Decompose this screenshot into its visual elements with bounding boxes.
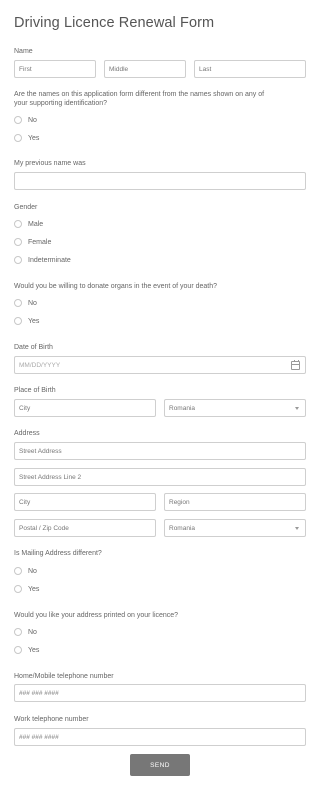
address-printed-yes-option[interactable]: Yes: [14, 645, 39, 655]
birth-country-value: Romania: [169, 404, 196, 412]
names-different-yes-option[interactable]: Yes: [14, 133, 39, 143]
last-name-input[interactable]: Last: [194, 60, 306, 78]
names-different-question: Are the names on this application form d…: [14, 90, 306, 108]
radio-button[interactable]: [14, 567, 22, 575]
radio-button[interactable]: [14, 646, 22, 654]
street-address-input[interactable]: Street Address: [14, 442, 306, 460]
middle-name-placeholder: Middle: [109, 65, 129, 73]
radio-button[interactable]: [14, 134, 22, 142]
work-phone-input[interactable]: ### ### ####: [14, 728, 306, 746]
radio-button[interactable]: [14, 256, 22, 264]
home-phone-label: Home/Mobile telephone number: [14, 673, 114, 680]
address-printed-question: Would you like your address printed on y…: [14, 612, 179, 619]
radio-label: Indeterminate: [28, 256, 71, 264]
street-address-placeholder: Street Address: [19, 447, 62, 455]
radio-button[interactable]: [14, 317, 22, 325]
name-label: Name: [14, 48, 33, 55]
street-address-line2-input[interactable]: Street Address Line 2: [14, 468, 306, 486]
work-phone-placeholder: ### ### ####: [19, 733, 59, 741]
street-address-line2-placeholder: Street Address Line 2: [19, 473, 82, 481]
address-country-select[interactable]: Romania: [164, 519, 306, 537]
radio-label: No: [28, 116, 37, 124]
first-name-placeholder: First: [19, 65, 32, 73]
address-country-value: Romania: [169, 524, 196, 532]
radio-label: No: [28, 628, 37, 636]
last-name-placeholder: Last: [199, 65, 212, 73]
birth-country-select[interactable]: Romania: [164, 399, 306, 417]
names-different-question-line2: your supporting identification?: [14, 100, 108, 107]
names-different-question-line1: Are the names on this application form d…: [14, 91, 265, 98]
dob-input[interactable]: MM/DD/YYYY: [14, 356, 306, 374]
first-name-input[interactable]: First: [14, 60, 96, 78]
birth-city-placeholder: City: [19, 404, 31, 412]
address-region-placeholder: Region: [169, 498, 190, 506]
dob-label: Date of Birth: [14, 344, 53, 351]
gender-indeterminate-option[interactable]: Indeterminate: [14, 255, 71, 265]
previous-name-input[interactable]: [14, 172, 306, 190]
chevron-down-icon: [295, 407, 299, 410]
gender-male-option[interactable]: Male: [14, 219, 43, 229]
work-phone-label: Work telephone number: [14, 716, 89, 723]
names-different-no-option[interactable]: No: [14, 115, 37, 125]
previous-name-label: My previous name was: [14, 160, 86, 167]
radio-label: Yes: [28, 134, 40, 142]
radio-button[interactable]: [14, 116, 22, 124]
place-of-birth-label: Place of Birth: [14, 387, 56, 394]
postal-code-input[interactable]: Postal / Zip Code: [14, 519, 156, 537]
form-title: Driving Licence Renewal Form: [14, 15, 215, 31]
middle-name-input[interactable]: Middle: [104, 60, 186, 78]
chevron-down-icon: [295, 527, 299, 530]
radio-button[interactable]: [14, 585, 22, 593]
radio-label: Male: [28, 220, 44, 228]
radio-button[interactable]: [14, 299, 22, 307]
postal-code-placeholder: Postal / Zip Code: [19, 524, 69, 532]
gender-label: Gender: [14, 204, 38, 211]
address-city-placeholder: City: [19, 498, 31, 506]
radio-label: No: [28, 567, 37, 575]
home-phone-input[interactable]: ### ### ####: [14, 684, 306, 702]
gender-female-option[interactable]: Female: [14, 237, 51, 247]
birth-city-input[interactable]: City: [14, 399, 156, 417]
address-region-input[interactable]: Region: [164, 493, 306, 511]
mailing-different-question: Is Mailing Address different?: [14, 550, 102, 557]
address-printed-no-option[interactable]: No: [14, 627, 37, 637]
organ-donation-yes-option[interactable]: Yes: [14, 316, 39, 326]
radio-label: Yes: [28, 646, 40, 654]
home-phone-placeholder: ### ### ####: [19, 689, 59, 697]
radio-label: Female: [28, 238, 52, 246]
mailing-different-yes-option[interactable]: Yes: [14, 584, 39, 594]
radio-button[interactable]: [14, 238, 22, 246]
organ-donation-question: Would you be willing to donate organs in…: [14, 283, 218, 290]
radio-button[interactable]: [14, 220, 22, 228]
calendar-icon[interactable]: [291, 360, 300, 370]
mailing-different-no-option[interactable]: No: [14, 566, 37, 576]
dob-placeholder: MM/DD/YYYY: [19, 361, 61, 369]
radio-button[interactable]: [14, 628, 22, 636]
radio-label: No: [28, 299, 37, 307]
address-label: Address: [14, 430, 40, 437]
organ-donation-no-option[interactable]: No: [14, 298, 37, 308]
radio-label: Yes: [28, 317, 40, 325]
radio-label: Yes: [28, 585, 40, 593]
address-city-input[interactable]: City: [14, 493, 156, 511]
send-button[interactable]: SEND: [130, 754, 190, 776]
